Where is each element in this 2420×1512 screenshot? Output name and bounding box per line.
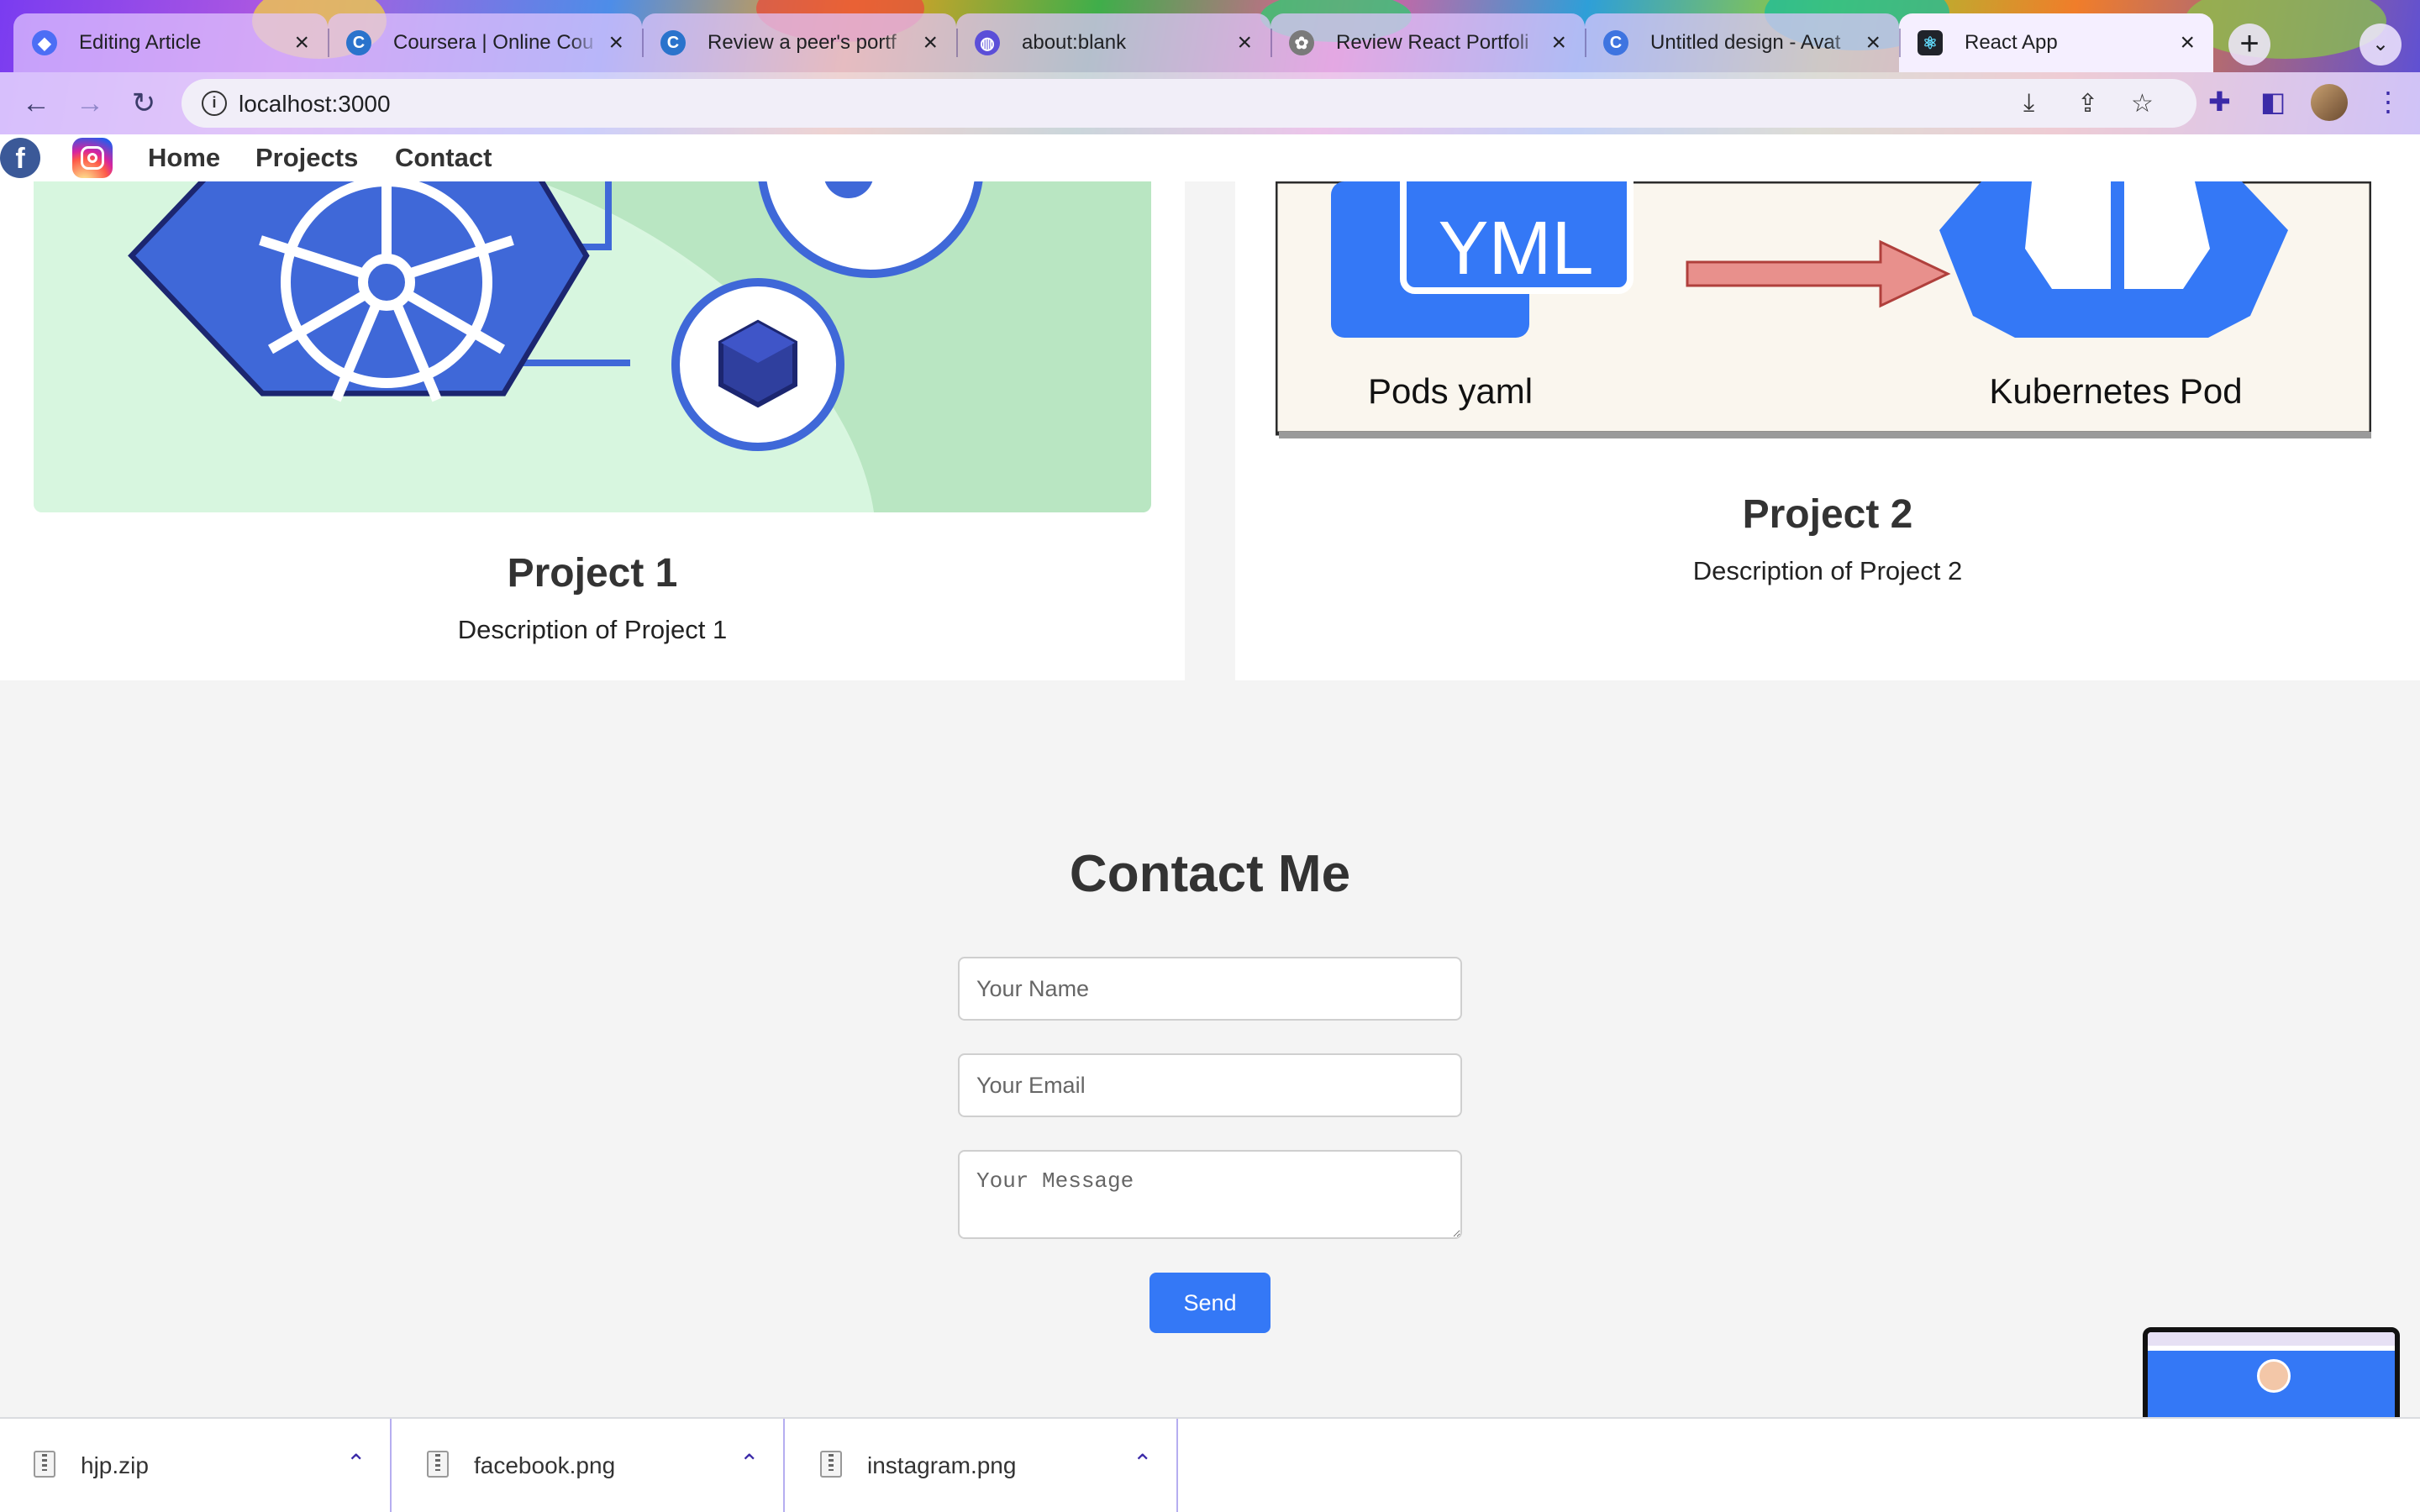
- tab-title: Editing Article: [79, 31, 202, 54]
- download-item[interactable]: hjp.zip ⌃: [0, 1419, 392, 1512]
- openai-icon: ✿: [1289, 30, 1314, 55]
- tab-react-app[interactable]: ⚛ React App ×: [1899, 13, 2213, 72]
- tab-strip: ◆ Editing Article × C Coursera | Online …: [0, 13, 2420, 72]
- project-description: Description of Project 2: [1692, 556, 1963, 585]
- browser-chrome: ◆ Editing Article × C Coursera | Online …: [0, 0, 2420, 134]
- download-item[interactable]: instagram.png ⌃: [786, 1419, 1178, 1512]
- name-input[interactable]: [958, 957, 1462, 1021]
- coursera-icon: C: [346, 30, 371, 55]
- reload-icon[interactable]: ↻: [124, 84, 163, 123]
- image-file-icon: [820, 1451, 842, 1478]
- tab-about-blank[interactable]: ◍ about:blank ×: [956, 13, 1270, 72]
- tab-title: Untitled design - Avat: [1650, 31, 1841, 54]
- side-panel-icon[interactable]: ◧: [2260, 86, 2286, 118]
- tab-untitled-design[interactable]: C Untitled design - Avat ×: [1585, 13, 1899, 72]
- project-title: Project 2: [1742, 492, 1913, 537]
- page-preview-thumbnail[interactable]: [2143, 1327, 2400, 1417]
- download-filename: hjp.zip: [81, 1452, 149, 1478]
- tab-title: Review React Portfoli: [1336, 31, 1529, 54]
- coursera-icon: C: [660, 30, 686, 55]
- kubernetes-illustration: [34, 181, 1151, 512]
- facebook-icon[interactable]: f: [0, 138, 40, 178]
- new-tab-button[interactable]: +: [2228, 24, 2270, 66]
- chevron-up-icon[interactable]: ⌃: [1133, 1449, 1152, 1477]
- close-icon[interactable]: ×: [923, 30, 938, 55]
- more-menu-icon[interactable]: ⋮: [2375, 86, 2402, 118]
- tab-title: Coursera | Online Cou: [393, 31, 594, 54]
- page-viewport: Project 1 Description of Project 1 Proje…: [0, 134, 2420, 1417]
- project-title: Project 1: [507, 551, 678, 596]
- downloads-bar: hjp.zip ⌃ facebook.png ⌃ instagram.png ⌃: [0, 1417, 2420, 1512]
- nav-link-contact[interactable]: Contact: [395, 134, 492, 181]
- download-item[interactable]: facebook.png ⌃: [393, 1419, 785, 1512]
- profile-avatar[interactable]: [2311, 84, 2348, 121]
- image-file-icon: [427, 1451, 449, 1478]
- kubernetes-pod-icon: [1939, 181, 2288, 338]
- close-icon[interactable]: ×: [1551, 30, 1566, 55]
- close-icon[interactable]: ×: [608, 30, 623, 55]
- kubernetes-pod-label: Kubernetes Pod: [1989, 371, 2242, 411]
- canva-icon: C: [1603, 30, 1628, 55]
- blue-diamond-icon: ◆: [32, 30, 57, 55]
- tab-review-react[interactable]: ✿ Review React Portfoli ×: [1270, 13, 1585, 72]
- project-1-image: [34, 181, 1151, 512]
- tab-review-peer[interactable]: C Review a peer's portf ×: [642, 13, 956, 72]
- url-text[interactable]: localhost:3000: [239, 91, 391, 118]
- nav-link-home[interactable]: Home: [148, 134, 220, 181]
- chevron-up-icon[interactable]: ⌃: [346, 1449, 366, 1477]
- tab-title: about:blank: [1022, 31, 1127, 54]
- project-description: Description of Project 1: [457, 615, 728, 644]
- tab-coursera[interactable]: C Coursera | Online Cou ×: [328, 13, 642, 72]
- instagram-icon[interactable]: [72, 138, 113, 178]
- email-input[interactable]: [958, 1053, 1462, 1117]
- nav-link-projects[interactable]: Projects: [255, 134, 358, 181]
- close-icon[interactable]: ×: [1237, 30, 1252, 55]
- browser-toolbar: ← → ↻ i localhost:3000 ⤓ ⇪ ☆ ✚ ◧ ⋮: [0, 72, 2420, 134]
- thumb-avatar: [2257, 1359, 2291, 1393]
- back-arrow-icon[interactable]: ←: [17, 84, 55, 123]
- close-icon[interactable]: ×: [294, 30, 309, 55]
- site-header: f Home Projects Contact: [0, 134, 2420, 181]
- globe-icon: ◍: [975, 30, 1000, 55]
- address-bar[interactable]: i localhost:3000 ⤓ ⇪ ☆: [182, 79, 2196, 128]
- site-info-icon[interactable]: i: [202, 91, 227, 116]
- chevron-up-icon[interactable]: ⌃: [739, 1449, 759, 1477]
- extensions-puzzle-icon[interactable]: ✚: [2208, 86, 2231, 118]
- bookmark-star-icon[interactable]: ☆: [2131, 89, 2154, 118]
- close-icon[interactable]: ×: [2180, 30, 2195, 55]
- tab-title: Review a peer's portf: [708, 31, 897, 54]
- tab-editing-article[interactable]: ◆ Editing Article ×: [13, 13, 328, 72]
- share-icon[interactable]: ⇪: [2077, 89, 2098, 118]
- download-filename: facebook.png: [474, 1452, 616, 1478]
- tab-search-button[interactable]: ⌄: [2360, 24, 2402, 66]
- install-icon[interactable]: ⤓: [2023, 89, 2034, 118]
- pods-yaml-label: Pods yaml: [1368, 371, 1533, 411]
- project-2-image: YML Pods yaml Kubernetes Pod: [1273, 161, 2374, 438]
- message-textarea[interactable]: [958, 1150, 1462, 1239]
- forward-arrow-icon[interactable]: →: [71, 84, 109, 123]
- react-icon: ⚛: [1918, 30, 1943, 55]
- contact-title: Contact Me: [1069, 845, 1351, 903]
- project-card-1: Project 1 Description of Project 1: [0, 134, 1185, 680]
- yml-label: YML: [1438, 207, 1593, 291]
- download-filename: instagram.png: [867, 1452, 1017, 1478]
- send-button[interactable]: Send: [1150, 1273, 1270, 1333]
- tab-title: React App: [1965, 31, 2058, 54]
- zip-file-icon: [34, 1451, 55, 1478]
- thumb-topbar: [2148, 1332, 2395, 1346]
- close-icon[interactable]: ×: [1865, 30, 1881, 55]
